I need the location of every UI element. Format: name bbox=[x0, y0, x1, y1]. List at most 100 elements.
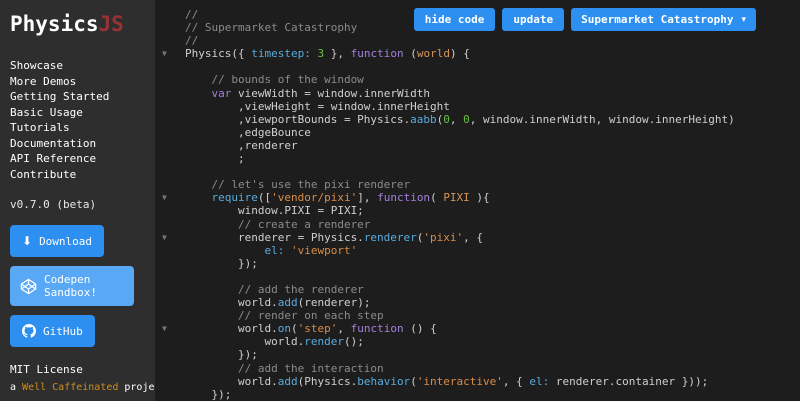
code-line[interactable]: }); bbox=[155, 388, 800, 401]
sidebar-item-contribute[interactable]: Contribute bbox=[10, 167, 145, 183]
sidebar-nav: Showcase More Demos Getting Started Basic U… bbox=[10, 58, 145, 182]
code-line[interactable]: // bbox=[155, 34, 800, 47]
toolbar: hide code update Supermarket Catastrophy… bbox=[413, 8, 756, 31]
code-text: // add the interaction bbox=[185, 361, 384, 375]
gutter bbox=[155, 283, 185, 296]
sidebar-item-documentation[interactable]: Documentation bbox=[10, 136, 145, 152]
code-line[interactable] bbox=[155, 270, 800, 283]
chevron-down-icon: ▾ bbox=[741, 14, 746, 25]
code-line[interactable]: ▼ Physics({ timestep: 3 }, function (worl… bbox=[155, 47, 800, 60]
demo-select[interactable]: Supermarket Catastrophy ▾ bbox=[571, 8, 756, 31]
code-text: // add the renderer bbox=[185, 282, 364, 296]
gutter bbox=[155, 257, 185, 270]
logo[interactable]: PhysicsJS bbox=[10, 12, 145, 36]
code-line[interactable]: ; bbox=[155, 152, 800, 165]
gutter bbox=[155, 100, 185, 113]
code-line[interactable] bbox=[155, 165, 800, 178]
code-text: var viewWidth = window.innerWidth bbox=[211, 86, 431, 100]
code-text: ,viewportBounds = Physics.aabb(0, 0, win… bbox=[185, 112, 735, 126]
code-text: // let's use the pixi renderer bbox=[185, 178, 411, 192]
code-line[interactable]: window.PIXI = PIXI; bbox=[155, 204, 800, 217]
code-editor[interactable]: hide code update Supermarket Catastrophy… bbox=[155, 0, 800, 401]
code-line[interactable]: // render on each step bbox=[155, 309, 800, 322]
code-lines: //// Supermarket Catastrophy//▼ Physics({… bbox=[155, 8, 800, 401]
logo-js: JS bbox=[98, 12, 124, 36]
github-button[interactable]: GitHub bbox=[10, 315, 95, 347]
gutter bbox=[155, 244, 185, 257]
code-text: world.add(Physics.behavior('interactive'… bbox=[185, 374, 709, 388]
code-text: Physics({ timestep: 3 }, function (world… bbox=[185, 47, 470, 61]
code-text: }); bbox=[185, 348, 258, 362]
code-line[interactable]: }); bbox=[155, 348, 800, 361]
codepen-button[interactable]: Codepen Sandbox! bbox=[10, 266, 134, 306]
code-line[interactable]: // create a renderer bbox=[155, 218, 800, 231]
logo-physics: Physics bbox=[10, 12, 99, 36]
code-text: ; bbox=[185, 152, 245, 166]
gutter bbox=[155, 270, 185, 283]
code-text: world.render(); bbox=[185, 335, 364, 349]
footer-pre: a bbox=[10, 382, 23, 393]
code-line[interactable]: // bounds of the window bbox=[155, 73, 800, 86]
code-text: ,edgeBounce bbox=[185, 125, 311, 139]
code-line[interactable] bbox=[155, 60, 800, 73]
brand-link[interactable]: Well Caffeinated bbox=[22, 382, 118, 393]
github-icon bbox=[22, 324, 36, 338]
gutter bbox=[155, 348, 185, 361]
sidebar-item-getting-started[interactable]: Getting Started bbox=[10, 89, 145, 105]
sidebar-item-tutorials[interactable]: Tutorials bbox=[10, 120, 145, 136]
code-text: // render on each step bbox=[185, 309, 384, 323]
fold-arrow-icon[interactable]: ▼ bbox=[155, 47, 185, 60]
fold-arrow-icon[interactable]: ▼ bbox=[155, 191, 185, 204]
hide-code-button[interactable]: hide code bbox=[413, 8, 496, 31]
sidebar-item-basic-usage[interactable]: Basic Usage bbox=[10, 105, 145, 121]
gutter bbox=[155, 126, 185, 139]
gutter bbox=[155, 8, 185, 21]
download-icon: ⬇ bbox=[22, 234, 33, 248]
download-button[interactable]: ⬇ Download bbox=[10, 225, 105, 257]
code-line[interactable]: // add the renderer bbox=[155, 283, 800, 296]
code-line[interactable]: ,renderer bbox=[155, 139, 800, 152]
fold-arrow-icon[interactable]: ▼ bbox=[155, 322, 185, 335]
sidebar-item-api-reference[interactable]: API Reference bbox=[10, 151, 145, 167]
code-text: world.on('step', function () { bbox=[185, 322, 437, 336]
code-line[interactable]: // add the interaction bbox=[155, 362, 800, 375]
code-text: }); bbox=[185, 256, 258, 270]
gutter bbox=[155, 60, 185, 73]
code-line[interactable]: ,viewHeight = window.innerHeight bbox=[155, 100, 800, 113]
code-text: }); bbox=[185, 387, 232, 401]
code-text: ,renderer bbox=[185, 138, 298, 152]
gutter bbox=[155, 309, 185, 322]
code-text: // bbox=[185, 8, 199, 21]
update-button[interactable]: update bbox=[502, 8, 565, 31]
license-label: MIT License bbox=[10, 363, 83, 376]
code-line[interactable]: ,viewportBounds = Physics.aabb(0, 0, win… bbox=[155, 113, 800, 126]
gutter bbox=[155, 362, 185, 375]
code-line[interactable]: world.render(); bbox=[155, 335, 800, 348]
gutter bbox=[155, 165, 185, 178]
download-label: Download bbox=[39, 234, 93, 248]
sidebar-item-more-demos[interactable]: More Demos bbox=[10, 74, 145, 90]
code-line[interactable]: }); bbox=[155, 257, 800, 270]
code-line[interactable]: ▼ world.on('step', function () { bbox=[155, 322, 800, 335]
code-line[interactable]: var viewWidth = window.innerWidth bbox=[155, 87, 800, 100]
gutter bbox=[155, 73, 185, 86]
sidebar-item-showcase[interactable]: Showcase bbox=[10, 58, 145, 74]
gutter bbox=[155, 87, 185, 100]
code-text: world.add(renderer); bbox=[185, 296, 371, 310]
code-line[interactable]: ▼ require(['vendor/pixi'], function( PIX… bbox=[155, 191, 800, 204]
code-line[interactable]: ▼ renderer = Physics.renderer('pixi', { bbox=[155, 231, 800, 244]
gutter bbox=[155, 113, 185, 126]
code-line[interactable]: // let's use the pixi renderer bbox=[155, 178, 800, 191]
gutter bbox=[155, 21, 185, 34]
gutter bbox=[155, 204, 185, 217]
codepen-label: Codepen Sandbox! bbox=[44, 273, 97, 299]
code-line[interactable]: el: 'viewport' bbox=[155, 244, 800, 257]
code-line[interactable]: world.add(Physics.behavior('interactive'… bbox=[155, 375, 800, 388]
code-line[interactable]: ,edgeBounce bbox=[155, 126, 800, 139]
gutter bbox=[155, 152, 185, 165]
code-text: renderer = Physics.renderer('pixi', { bbox=[185, 230, 484, 244]
fold-arrow-icon[interactable]: ▼ bbox=[155, 231, 185, 244]
app: PhysicsJS Showcase More Demos Getting Star… bbox=[0, 0, 800, 401]
code-line[interactable]: world.add(renderer); bbox=[155, 296, 800, 309]
code-text: el: 'viewport' bbox=[264, 243, 358, 257]
